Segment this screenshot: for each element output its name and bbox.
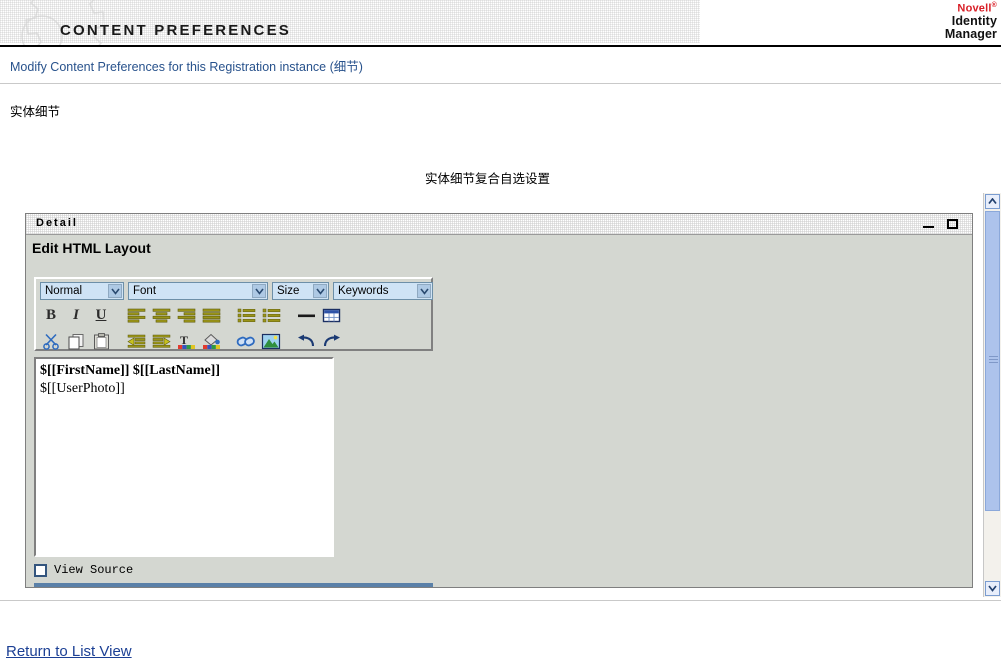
detail-panel: Detail Edit HTML Layout Normal Font Size…	[25, 213, 973, 588]
align-justify-icon[interactable]	[200, 305, 222, 326]
detail-panel-titlebar: Detail	[26, 214, 972, 235]
chevron-down-icon	[313, 284, 327, 298]
detail-panel-body: Edit HTML Layout Normal Font Size Keywor…	[26, 235, 972, 588]
indent-icon[interactable]	[150, 331, 172, 352]
chevron-down-icon	[252, 284, 266, 298]
italic-icon[interactable]: I	[65, 305, 87, 326]
size-select[interactable]: Size	[272, 282, 329, 300]
registered-mark: ®	[991, 2, 997, 9]
font-select-value: Font	[133, 285, 157, 297]
font-select[interactable]: Font	[128, 282, 268, 300]
app-header: CONTENT PREFERENCES Novell® Identity Man…	[0, 0, 1001, 47]
align-left-icon[interactable]	[125, 305, 147, 326]
style-select[interactable]: Normal	[40, 282, 124, 300]
chevron-down-icon[interactable]	[985, 581, 1000, 596]
bold-icon[interactable]: B	[40, 305, 62, 326]
minimize-icon[interactable]	[922, 218, 936, 230]
content-scroll-region: Detail Edit HTML Layout Normal Font Size…	[0, 193, 1001, 597]
toolbar-select-row: Normal Font Size Keywords	[40, 282, 433, 300]
brand-product-line2: Manager	[944, 26, 997, 41]
style-select-value: Normal	[45, 285, 83, 297]
text-color-icon[interactable]: T	[175, 331, 197, 352]
chevron-down-icon	[417, 284, 431, 298]
align-right-icon[interactable]	[175, 305, 197, 326]
save-button[interactable]	[130, 587, 160, 588]
scrollbar-grip	[989, 356, 998, 363]
breadcrumb: Modify Content Preferences for this Regi…	[10, 60, 363, 74]
underline-icon[interactable]: U	[90, 305, 112, 326]
horizontal-rule-icon[interactable]	[295, 305, 317, 326]
brand-company: Novell®	[945, 2, 997, 15]
composite-setting-label: 实体细节复合自选设置	[425, 172, 551, 186]
paste-clipboard-icon[interactable]	[90, 331, 112, 352]
vertical-scrollbar[interactable]	[983, 193, 1001, 597]
page-root: CONTENT PREFERENCES Novell® Identity Man…	[0, 0, 1001, 661]
brand-logo: Novell® Identity Manager	[945, 2, 997, 40]
hyperlink-icon[interactable]	[235, 331, 257, 352]
toolbar-edit-row: T	[40, 331, 342, 352]
align-center-icon[interactable]	[150, 305, 172, 326]
insert-image-icon[interactable]	[260, 331, 282, 352]
view-source-row[interactable]: View Source	[34, 563, 133, 577]
footer-divider	[0, 600, 1001, 601]
return-to-list-view-link[interactable]: Return to List View	[6, 643, 132, 660]
page-title: CONTENT PREFERENCES	[60, 22, 291, 39]
html-editor-toolbar: Normal Font Size Keywords B I U T	[34, 277, 433, 351]
keywords-select-value: Keywords	[338, 285, 389, 297]
copy-icon[interactable]	[65, 331, 87, 352]
brand-company-text: Novell	[957, 2, 992, 15]
toolbar-format-row: B I U	[40, 305, 342, 326]
layout-button[interactable]	[330, 587, 360, 588]
header-divider	[0, 83, 1001, 84]
fill-color-icon[interactable]	[200, 331, 222, 352]
scrollbar-thumb[interactable]	[985, 211, 1000, 511]
action-bar	[34, 583, 433, 588]
keywords-select[interactable]: Keywords	[333, 282, 433, 300]
editor-line-1: $[[FirstName]] $[[LastName]]	[40, 363, 220, 378]
view-source-label: View Source	[54, 563, 134, 577]
chevron-up-icon[interactable]	[985, 194, 1000, 209]
brand-product-line1: Identity	[951, 13, 997, 28]
html-editor-content[interactable]: $[[FirstName]] $[[LastName]] $[[UserPhot…	[34, 357, 334, 557]
chevron-down-icon	[108, 284, 122, 298]
cut-scissors-icon[interactable]	[40, 331, 62, 352]
size-select-value: Size	[277, 285, 300, 297]
table-icon[interactable]	[320, 305, 342, 326]
entity-detail-label: 实体细节	[10, 105, 61, 119]
undo-icon[interactable]	[295, 331, 317, 352]
view-source-checkbox[interactable]	[34, 563, 47, 577]
svg-text:T: T	[180, 333, 188, 347]
detail-panel-title: Detail	[36, 217, 78, 229]
outdent-icon[interactable]	[125, 331, 147, 352]
editor-line-2: $[[UserPhoto]]	[40, 381, 125, 397]
maximize-icon[interactable]	[946, 218, 960, 230]
redo-icon[interactable]	[320, 331, 342, 352]
numbered-list-icon[interactable]	[235, 305, 257, 326]
bulleted-list-icon[interactable]	[260, 305, 282, 326]
editor-heading: Edit HTML Layout	[32, 240, 151, 256]
